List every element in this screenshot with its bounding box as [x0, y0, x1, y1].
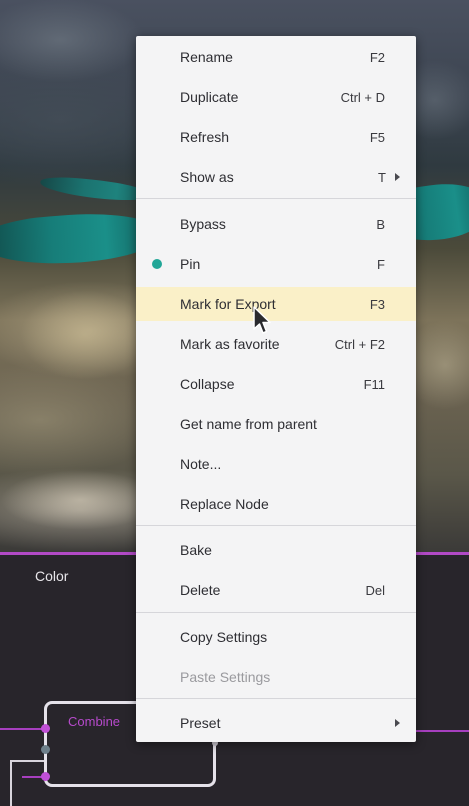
menu-item-shortcut: Del: [365, 582, 385, 598]
menu-item-label: Get name from parent: [180, 416, 317, 432]
terrain-ridge: [20, 290, 150, 380]
menu-item-shortcut: B: [376, 216, 385, 232]
mouse-cursor-icon: [253, 306, 271, 334]
menu-item-label: Note...: [180, 456, 222, 472]
menu-item-shortcut: F11: [363, 376, 385, 392]
menu-item-label: Bake: [180, 542, 212, 558]
menu-item-refresh[interactable]: Refresh F5: [136, 120, 416, 154]
menu-item-label: Copy Settings: [180, 629, 268, 645]
menu-item-shortcut: F: [377, 256, 385, 272]
panel-title: Color: [35, 568, 69, 584]
connection-wire: [416, 730, 469, 732]
menu-item-label: Refresh: [180, 129, 230, 145]
menu-item-paste-settings: Paste Settings: [136, 660, 416, 694]
active-dot-icon: [152, 259, 162, 269]
input-port[interactable]: [41, 745, 50, 754]
menu-item-label: Pin: [180, 256, 201, 272]
menu-item-preset[interactable]: Preset: [136, 706, 416, 740]
menu-item-show-as[interactable]: Show as T: [136, 160, 416, 194]
menu-item-label: Preset: [180, 715, 221, 731]
menu-item-label: Mark as favorite: [180, 336, 280, 352]
chevron-right-icon: [395, 719, 400, 727]
menu-item-note[interactable]: Note...: [136, 447, 416, 481]
menu-item-label: Collapse: [180, 376, 235, 392]
menu-item-shortcut: F2: [369, 49, 385, 65]
menu-item-label: Bypass: [180, 216, 226, 232]
connection-wire: [12, 760, 46, 762]
menu-separator: [136, 198, 416, 199]
menu-item-label: Paste Settings: [180, 669, 271, 685]
chevron-right-icon: [395, 173, 400, 181]
menu-item-bake[interactable]: Bake: [136, 533, 416, 567]
menu-separator: [136, 612, 416, 613]
menu-item-replace-node[interactable]: Replace Node: [136, 487, 416, 521]
menu-separator: [136, 698, 416, 699]
input-port[interactable]: [41, 772, 50, 781]
menu-item-collapse[interactable]: Collapse F11: [136, 367, 416, 401]
menu-item-rename[interactable]: Rename F2: [136, 40, 416, 74]
connection-wire: [10, 760, 12, 806]
menu-item-label: Duplicate: [180, 89, 239, 105]
connection-wire: [0, 728, 46, 730]
menu-item-shortcut: F5: [369, 129, 385, 145]
node-label: Combine: [68, 714, 121, 729]
context-menu: Rename F2 Duplicate Ctrl + D Refresh F5 …: [136, 36, 416, 742]
menu-item-shortcut: Ctrl + F2: [334, 336, 385, 352]
menu-item-label: Rename: [180, 49, 233, 65]
menu-item-copy-settings[interactable]: Copy Settings: [136, 620, 416, 654]
menu-item-get-name-from-parent[interactable]: Get name from parent: [136, 407, 416, 441]
menu-item-label: Show as: [180, 169, 234, 185]
menu-item-bypass[interactable]: Bypass B: [136, 207, 416, 241]
menu-item-delete[interactable]: Delete Del: [136, 573, 416, 607]
menu-item-shortcut: Ctrl + D: [340, 89, 385, 105]
menu-separator: [136, 525, 416, 526]
menu-item-mark-as-favorite[interactable]: Mark as favorite Ctrl + F2: [136, 327, 416, 361]
input-port[interactable]: [41, 724, 50, 733]
terrain-river: [39, 174, 151, 204]
menu-item-label: Delete: [180, 582, 221, 598]
menu-item-label: Replace Node: [180, 496, 269, 512]
menu-item-shortcut: T: [378, 169, 386, 185]
menu-item-mark-for-export[interactable]: Mark for Export F3: [136, 287, 416, 321]
menu-item-duplicate[interactable]: Duplicate Ctrl + D: [136, 80, 416, 114]
menu-item-shortcut: F3: [369, 296, 385, 312]
menu-item-pin[interactable]: Pin F: [136, 247, 416, 281]
